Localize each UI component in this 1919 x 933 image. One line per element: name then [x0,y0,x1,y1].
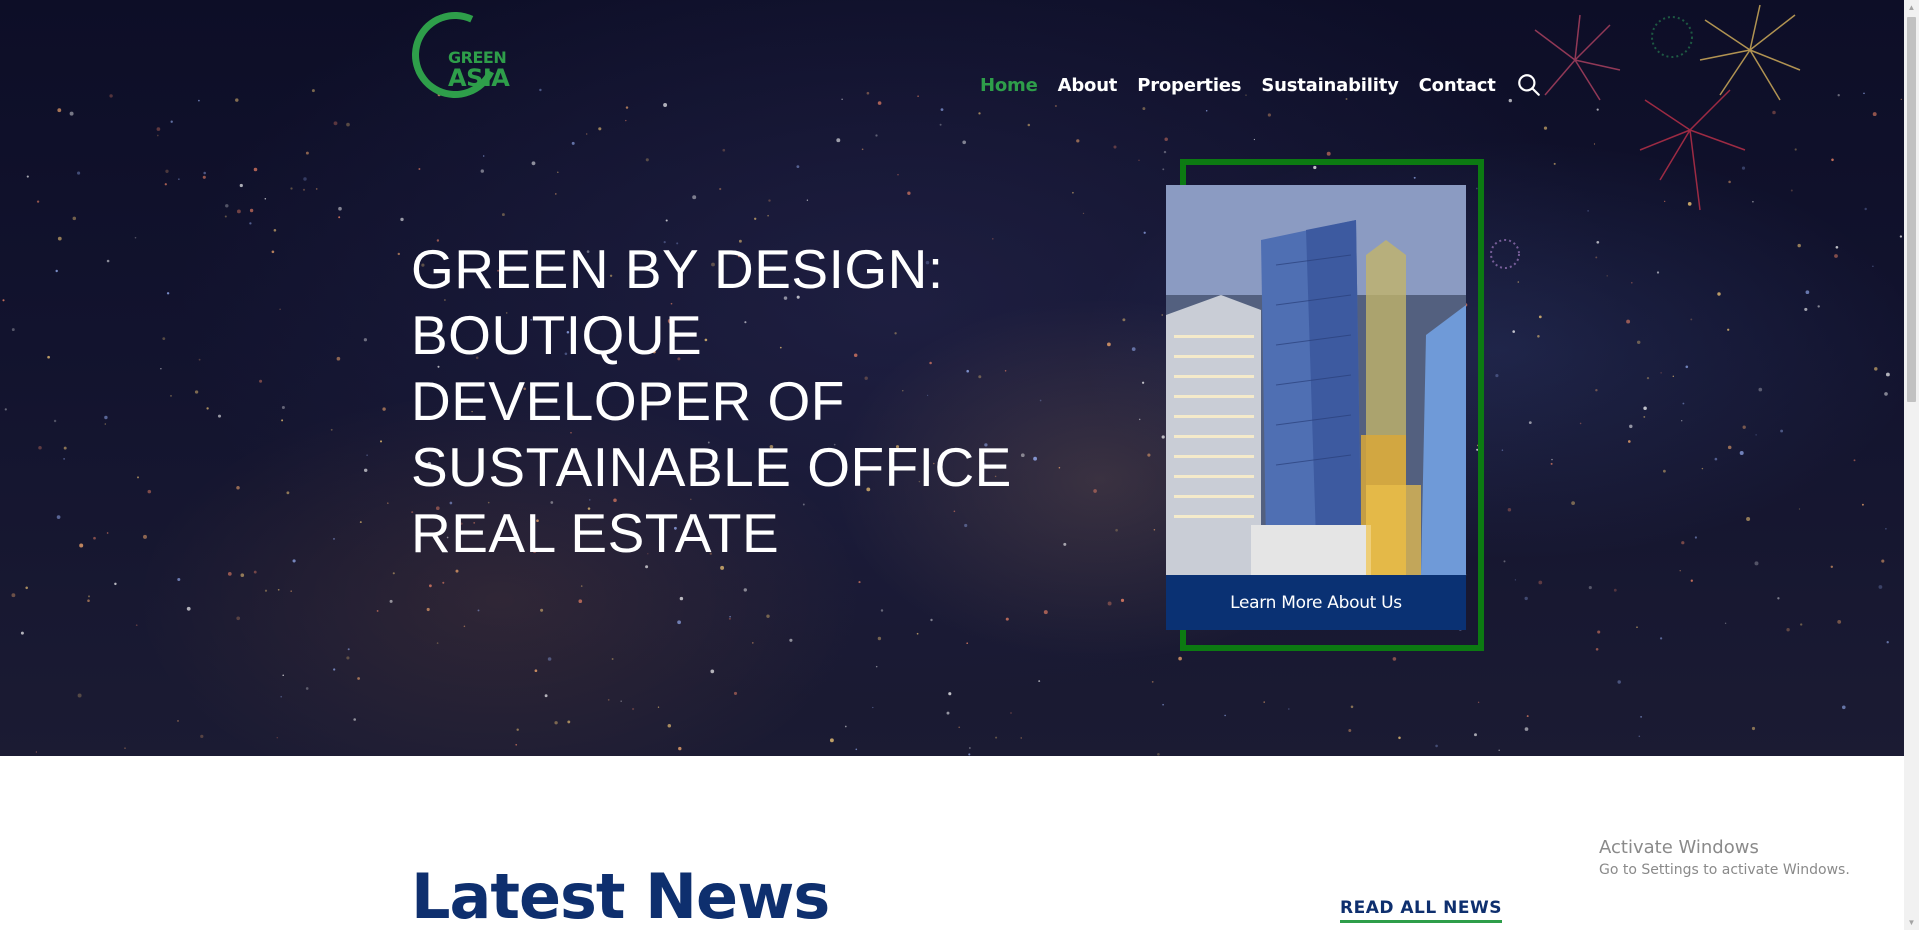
building-photo [1166,185,1466,575]
hero-section: GREEN ASIA Home About Properties Sustain… [0,0,1904,756]
green-asia-logo[interactable]: GREEN ASIA [399,0,511,111]
building-illustration [1166,185,1466,575]
hero-card: Learn More About Us [1166,185,1466,630]
nav-contact[interactable]: Contact [1419,75,1496,96]
search-icon[interactable] [1516,72,1542,98]
scroll-up-arrow-icon[interactable]: ▲ [1904,0,1919,15]
latest-news-heading: Latest News [411,860,830,933]
nav-about[interactable]: About [1058,75,1118,96]
logo-text-asia: ASIA [448,64,510,92]
scroll-down-arrow-icon[interactable]: ▼ [1904,915,1919,930]
watermark-subtitle: Go to Settings to activate Windows. [1599,862,1850,878]
nav-sustainability[interactable]: Sustainability [1261,75,1399,96]
main-nav: Home About Properties Sustainability Con… [980,72,1542,98]
watermark-title: Activate Windows [1599,837,1759,858]
read-all-news-link[interactable]: READ ALL NEWS [1340,898,1502,923]
page-scrollbar[interactable]: ▲ ▼ [1904,0,1919,930]
windows-activation-watermark: Activate Windows Go to Settings to activ… [1599,836,1850,880]
scroll-thumb[interactable] [1907,17,1916,402]
nav-properties[interactable]: Properties [1137,75,1241,96]
learn-more-button[interactable]: Learn More About Us [1166,575,1466,630]
hero-headline: GREEN BY DESIGN: BOUTIQUE DEVELOPER OF S… [411,238,1012,564]
fireworks [1490,4,1801,269]
nav-home[interactable]: Home [980,75,1038,96]
